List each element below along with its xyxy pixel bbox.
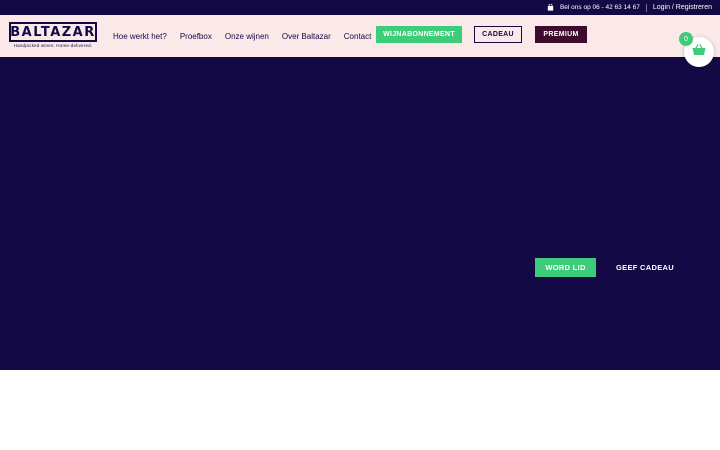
hero-banner: WORD LID GEEF CADEAU	[0, 57, 720, 370]
logo-tagline: Handpicked wines. Home-delivered.	[13, 43, 93, 48]
content-area	[0, 370, 720, 450]
cart-button[interactable]: 0	[679, 32, 714, 67]
nav-link-onze-wijnen[interactable]: Onze wijnen	[225, 32, 269, 41]
shopping-bag-icon	[547, 3, 554, 11]
cart-count-badge: 0	[679, 32, 693, 46]
logo-wordmark: BALTAZAR	[9, 22, 97, 42]
phone-contact[interactable]: Bel ons op 06 - 42 63 14 67	[547, 3, 640, 11]
nav-links: Hoe werkt het? Proefbox Onze wijnen Over…	[113, 15, 384, 57]
topbar-divider	[645, 3, 647, 12]
nav-link-over-baltazar[interactable]: Over Baltazar	[282, 32, 331, 41]
word-lid-button[interactable]: WORD LID	[535, 258, 596, 277]
main-navigation: BALTAZAR Handpicked wines. Home-delivere…	[0, 15, 720, 57]
nav-link-contact[interactable]: Contact	[344, 32, 372, 41]
phone-text: Bel ons op 06 - 42 63 14 67	[559, 4, 640, 11]
nav-link-hoe-werkt-het[interactable]: Hoe werkt het?	[113, 32, 167, 41]
nav-link-proefbox[interactable]: Proefbox	[180, 32, 212, 41]
premium-button[interactable]: PREMIUM	[535, 26, 587, 43]
cadeau-button[interactable]: CADEAU	[474, 26, 522, 43]
login-register-link[interactable]: Login / Registreren	[653, 4, 712, 11]
wijnabonnement-button[interactable]: WIJNABONNEMENT	[376, 26, 462, 43]
geef-cadeau-button[interactable]: GEEF CADEAU	[608, 258, 682, 277]
baltazar-logo[interactable]: BALTAZAR Handpicked wines. Home-delivere…	[9, 22, 97, 50]
basket-icon	[692, 43, 706, 61]
top-bar: Bel ons op 06 - 42 63 14 67 Login / Regi…	[0, 0, 720, 15]
